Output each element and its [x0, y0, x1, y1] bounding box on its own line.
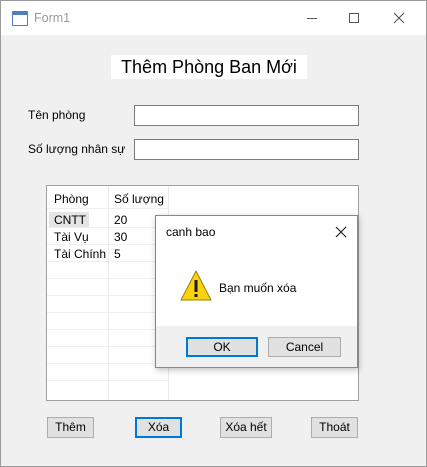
- dialog-message: Bạn muốn xóa: [219, 281, 297, 295]
- cancel-button[interactable]: Cancel: [268, 337, 341, 357]
- grid-row-divider: [47, 208, 168, 209]
- grid-column-divider: [108, 186, 109, 400]
- minimize-button[interactable]: [289, 1, 335, 35]
- close-icon: [393, 12, 405, 24]
- minimize-icon: [307, 18, 317, 19]
- count-label: Số lượng nhân sự: [28, 142, 126, 156]
- title-bar[interactable]: Form1: [1, 1, 426, 35]
- cell-phong[interactable]: Tài Chính: [54, 247, 106, 261]
- grid-row-divider: [47, 295, 168, 296]
- grid-row-divider: [47, 278, 168, 279]
- grid-row-divider: [47, 329, 168, 330]
- main-window: Form1 Thêm Phòng Ban Mới Tên phòng Số lư…: [0, 0, 427, 467]
- window-title: Form1: [34, 11, 71, 25]
- maximize-button[interactable]: [331, 1, 377, 35]
- ok-button[interactable]: OK: [186, 337, 258, 357]
- form-heading: Thêm Phòng Ban Mới: [111, 55, 307, 79]
- clear-all-button[interactable]: Xóa hết: [220, 417, 272, 438]
- count-field[interactable]: [134, 139, 359, 160]
- cell-so-luong[interactable]: 5: [114, 247, 121, 261]
- confirm-dialog: canh bao Bạn muốn xóa OK Cancel: [155, 215, 358, 368]
- column-header-so-luong[interactable]: Số lượng: [114, 192, 164, 206]
- exit-button[interactable]: Thoát: [311, 417, 358, 438]
- name-field[interactable]: [134, 105, 359, 126]
- grid-row-divider: [47, 227, 168, 228]
- close-icon[interactable]: [334, 225, 348, 239]
- close-window-button[interactable]: [376, 1, 422, 35]
- grid-row-divider: [47, 244, 168, 245]
- grid-row-divider: [47, 346, 168, 347]
- warning-icon: [180, 270, 212, 301]
- grid-row-divider: [47, 363, 168, 364]
- delete-button[interactable]: Xóa: [135, 417, 182, 438]
- column-header-phong[interactable]: Phòng: [54, 192, 89, 206]
- grid-row-divider: [47, 312, 168, 313]
- cell-so-luong[interactable]: 20: [114, 213, 127, 227]
- dialog-title: canh bao: [166, 225, 216, 239]
- add-button[interactable]: Thêm: [47, 417, 94, 438]
- name-label: Tên phòng: [28, 108, 86, 122]
- maximize-icon: [349, 13, 359, 23]
- cell-phong[interactable]: Tài Vụ: [54, 230, 89, 244]
- grid-row-divider: [47, 261, 168, 262]
- grid-row-divider: [47, 380, 168, 381]
- cell-so-luong[interactable]: 30: [114, 230, 127, 244]
- cell-phong[interactable]: CNTT: [54, 213, 86, 227]
- windows-form-icon: [12, 11, 28, 26]
